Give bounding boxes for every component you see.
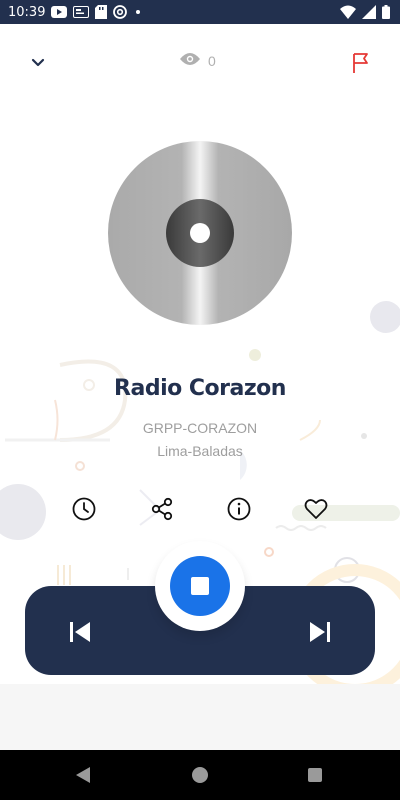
- station-name: Radio Corazon: [114, 376, 286, 401]
- navigation-bar: [0, 750, 400, 800]
- info-icon[interactable]: [225, 495, 253, 523]
- viewer-count: 0: [180, 52, 216, 69]
- album-disc: [108, 141, 292, 325]
- id-card-icon: [73, 6, 90, 18]
- viewer-count-value: 0: [208, 52, 216, 69]
- sd-card-icon: [95, 5, 108, 19]
- top-bar: 0: [0, 40, 400, 84]
- chevron-down-icon[interactable]: [26, 50, 50, 74]
- recents-icon[interactable]: [308, 768, 322, 782]
- back-icon[interactable]: [75, 766, 91, 789]
- status-bar: 10:39: [0, 0, 400, 24]
- clock-icon[interactable]: [70, 495, 98, 523]
- stop-button[interactable]: [170, 556, 230, 616]
- station-genre: Lima-Baladas: [157, 443, 243, 459]
- status-time: 10:39: [8, 4, 46, 20]
- bottom-area: [0, 684, 400, 750]
- battery-icon: [382, 5, 390, 19]
- home-icon[interactable]: [192, 767, 208, 783]
- at-sign-icon: [113, 5, 128, 19]
- heart-icon[interactable]: [302, 495, 330, 523]
- youtube-icon: [51, 6, 68, 18]
- station-code: GRPP-CORAZON: [142, 420, 258, 436]
- signal-icon: [362, 5, 376, 19]
- wifi-icon: [340, 5, 356, 19]
- flag-icon[interactable]: [348, 50, 374, 76]
- eye-icon: [180, 52, 200, 69]
- skip-next-icon[interactable]: [306, 618, 334, 646]
- share-icon[interactable]: [148, 495, 176, 523]
- skip-previous-icon[interactable]: [66, 618, 94, 646]
- stop-icon: [191, 577, 209, 595]
- notification-dot: [133, 7, 143, 17]
